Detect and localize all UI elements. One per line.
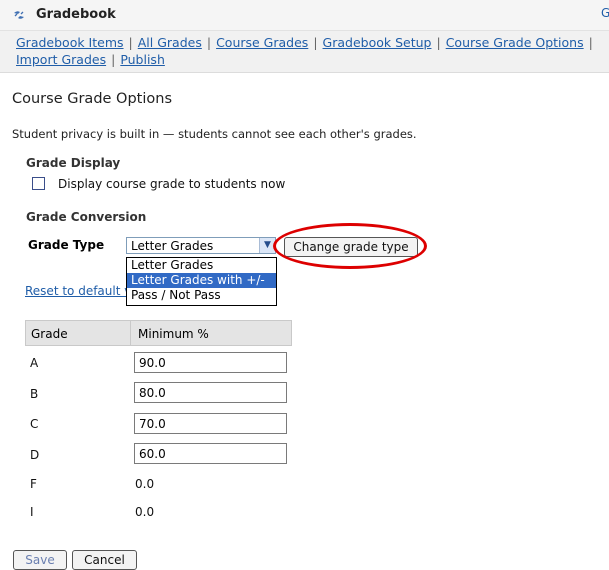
nav-separator: | <box>206 35 212 50</box>
grade-label-i: I <box>30 505 34 519</box>
nav-row-2: Import Grades | Publish <box>16 51 165 68</box>
nav-link-gradebook-items[interactable]: Gradebook Items <box>16 35 124 50</box>
nav-link-gradebook-setup[interactable]: Gradebook Setup <box>323 35 432 50</box>
grade-label-c: C <box>30 417 39 431</box>
grade-conversion-heading: Grade Conversion <box>26 210 147 224</box>
minimum-input-b[interactable] <box>134 382 287 403</box>
minimum-input-a[interactable] <box>134 352 287 373</box>
nav-link-course-grades[interactable]: Course Grades <box>216 35 308 50</box>
minimum-column-header: Minimum % <box>138 327 209 341</box>
grade-column-header: Grade <box>31 327 68 341</box>
minimum-input-d[interactable] <box>134 443 287 464</box>
chevron-down-icon[interactable]: ▼ <box>259 238 275 253</box>
grade-table-header: Grade Minimum % <box>25 320 292 346</box>
nav-link-publish[interactable]: Publish <box>120 52 165 67</box>
grade-type-option-letter[interactable]: Letter Grades <box>127 258 276 273</box>
grade-display-heading: Grade Display <box>26 156 121 170</box>
gradebook-tool-icon <box>14 11 24 19</box>
nav-separator: | <box>436 35 441 50</box>
gradebook-nav: Gradebook Items | All Grades | Course Grades… <box>0 31 609 73</box>
display-grade-checkbox-label[interactable]: Display course grade to students now <box>58 177 285 191</box>
grade-type-select[interactable]: Letter Grades ▼ <box>126 237 276 254</box>
privacy-note: Student privacy is built in — students c… <box>12 127 417 141</box>
page-title: Course Grade Options <box>12 91 172 107</box>
grade-label-f: F <box>30 477 37 491</box>
grade-type-option-pass-not-pass[interactable]: Pass / Not Pass <box>127 288 276 303</box>
minimum-value-f: 0.0 <box>135 477 155 491</box>
tool-title: Gradebook <box>36 7 116 22</box>
nav-row-1: Gradebook Items | All Grades | Course Grades… <box>16 34 598 51</box>
nav-separator: | <box>588 35 593 50</box>
reset-to-default-link[interactable]: Reset to default v <box>25 284 131 298</box>
nav-separator: | <box>111 52 116 67</box>
nav-separator: | <box>128 35 133 50</box>
display-grade-checkbox[interactable] <box>32 177 45 190</box>
truncated-link[interactable]: G <box>601 6 609 20</box>
minimum-input-c[interactable] <box>134 413 287 434</box>
nav-link-all-grades[interactable]: All Grades <box>138 35 202 50</box>
nav-separator: | <box>313 35 318 50</box>
grade-label-d: D <box>30 448 40 462</box>
column-divider <box>130 321 131 345</box>
grade-label-b: B <box>30 387 39 401</box>
nav-link-import-grades[interactable]: Import Grades <box>16 52 106 67</box>
change-grade-type-button[interactable]: Change grade type <box>284 237 418 257</box>
grade-type-option-letter-plus-minus[interactable]: Letter Grades with +/- <box>127 273 276 288</box>
minimum-value-i: 0.0 <box>135 505 155 519</box>
grade-type-options-list: Letter Grades Letter Grades with +/- Pas… <box>126 257 277 306</box>
grade-type-label: Grade Type <box>28 238 105 252</box>
save-button[interactable]: Save <box>13 550 67 570</box>
grade-label-a: A <box>30 356 39 370</box>
cancel-button[interactable]: Cancel <box>72 550 137 570</box>
grade-type-selected-value: Letter Grades <box>131 239 214 253</box>
nav-link-course-grade-options[interactable]: Course Grade Options <box>446 35 584 50</box>
tool-titlebar: Gradebook G <box>0 0 609 31</box>
